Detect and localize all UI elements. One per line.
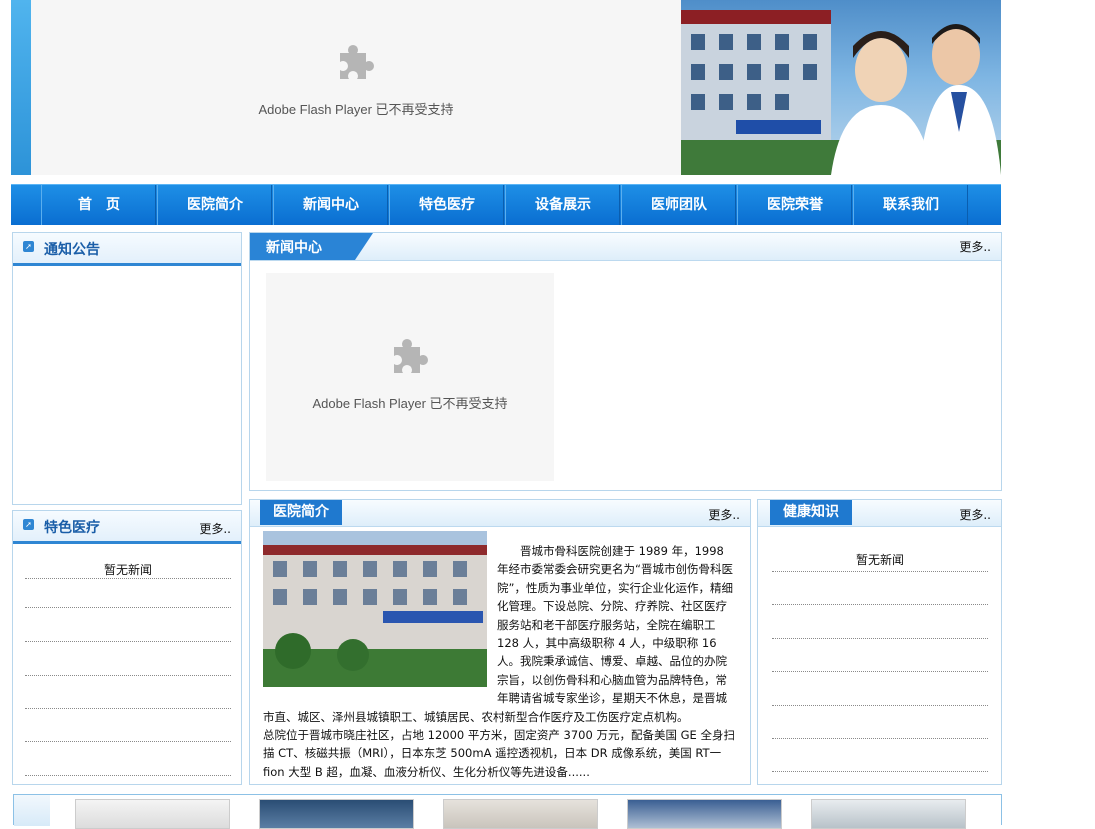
flash-notice-text: Adobe Flash Player 已不再受支持	[258, 102, 454, 117]
special-empty-text: 暂无新闻	[103, 563, 152, 577]
nav-item-home[interactable]: 首 页	[41, 185, 156, 225]
health-panel-title: 健康知识	[770, 500, 852, 525]
dotted-divider	[772, 604, 988, 605]
health-panel-header: 健康知识 更多..	[758, 500, 1001, 527]
arrow-icon: ➚	[23, 519, 34, 530]
nav-item-doctors-team[interactable]: 医师团队	[621, 185, 736, 225]
special-panel-title: 特色医疗	[44, 520, 100, 536]
intro-more-link[interactable]: 更多..	[708, 506, 740, 523]
nav-item-news-center[interactable]: 新闻中心	[273, 185, 388, 225]
special-panel-header: ➚ 特色医疗 更多..	[13, 511, 241, 544]
intro-text-block: 晋城市骨科医院创建于 1989 年，1998 年经市委常委会研究更名为“晋城市创…	[263, 542, 737, 781]
news-panel-header: 新闻中心 更多..	[250, 233, 1001, 261]
intro-panel-header: 医院简介 更多..	[250, 500, 750, 527]
dotted-divider	[772, 571, 988, 572]
header-doctors-photo	[681, 0, 1001, 175]
special-more-link[interactable]: 更多..	[199, 520, 231, 537]
hospital-intro-panel: 医院简介 更多.. 晋城市骨科医院创建于 1989 年，1998 年经市委常委会…	[249, 499, 751, 785]
dotted-divider	[25, 675, 231, 676]
news-tab-slant	[355, 233, 373, 260]
news-flash-placeholder: Adobe Flash Player 已不再受支持	[266, 273, 554, 481]
news-more-link[interactable]: 更多..	[959, 238, 991, 255]
dotted-divider	[772, 738, 988, 739]
dotted-divider	[25, 641, 231, 642]
dotted-divider	[25, 708, 231, 709]
nav-item-honors[interactable]: 医院荣誉	[737, 185, 852, 225]
arrow-icon: ➚	[23, 241, 34, 252]
dotted-divider	[25, 775, 231, 776]
dotted-divider	[772, 705, 988, 706]
nav-item-contact[interactable]: 联系我们	[853, 185, 968, 225]
photo-float-spacer	[263, 542, 497, 690]
intro-panel-title: 医院简介	[260, 500, 342, 525]
nav-left-cap	[11, 185, 41, 225]
doctors-photo-graphic	[681, 10, 1001, 175]
news-center-panel: 新闻中心 更多.. Adobe Flash Player 已不再受支持	[249, 232, 1002, 491]
dotted-divider	[772, 771, 988, 772]
dotted-divider	[772, 638, 988, 639]
special-medical-panel: ➚ 特色医疗 更多.. 暂无新闻	[12, 510, 242, 785]
equipment-strip-label	[14, 795, 50, 826]
nav-item-hospital-intro[interactable]: 医院简介	[157, 185, 272, 225]
dotted-divider	[772, 671, 988, 672]
health-knowledge-panel: 健康知识 更多.. 暂无新闻	[757, 499, 1002, 785]
dotted-divider	[25, 578, 231, 579]
news-panel-title: 新闻中心	[266, 240, 322, 256]
plugin-puzzle-icon	[394, 339, 428, 373]
health-empty-text: 暂无新闻	[855, 553, 904, 567]
header-flash-placeholder: Adobe Flash Player 已不再受支持	[31, 0, 681, 175]
notice-panel-header: ➚ 通知公告	[13, 233, 241, 266]
plugin-puzzle-icon	[340, 45, 374, 79]
nav-item-equipment[interactable]: 设备展示	[505, 185, 620, 225]
main-nav: 首 页 医院简介 新闻中心 特色医疗 设备展示 医师团队 医院荣誉 联系我们	[11, 184, 1001, 225]
dotted-divider	[25, 741, 231, 742]
header-left-strip	[11, 0, 31, 175]
health-more-link[interactable]: 更多..	[959, 506, 991, 523]
intro-paragraph-2: 总院位于晋城市晓庄社区，占地 12000 平方米，固定资产 3700 万元，配备…	[263, 728, 735, 779]
nav-item-special-medical[interactable]: 特色医疗	[389, 185, 504, 225]
notice-panel-title: 通知公告	[44, 242, 100, 258]
flash-notice-text: Adobe Flash Player 已不再受支持	[312, 396, 508, 411]
dotted-divider	[25, 607, 231, 608]
notice-panel: ➚ 通知公告	[12, 232, 242, 505]
